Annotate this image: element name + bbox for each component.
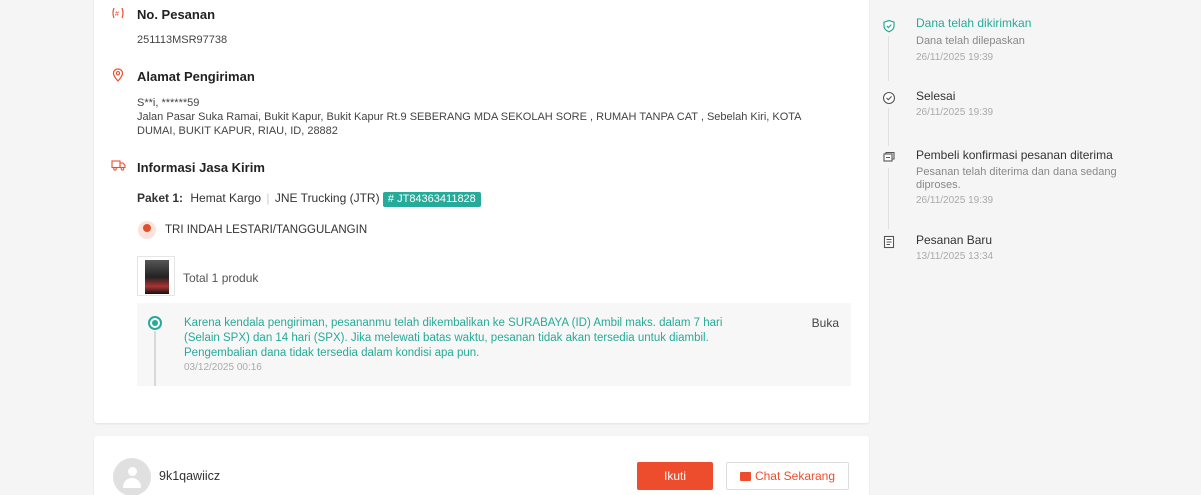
shield-icon bbox=[882, 19, 896, 33]
notice-message: Karena kendala pengiriman, pesananmu tel… bbox=[184, 317, 723, 359]
svg-text:#: # bbox=[115, 11, 119, 18]
return-notice: Karena kendala pengiriman, pesananmu tel… bbox=[137, 303, 851, 386]
timeline-title: Selesai bbox=[916, 89, 956, 103]
chat-icon bbox=[739, 472, 751, 481]
package-label: Paket 1: bbox=[137, 191, 184, 205]
shipping-title: Informasi Jasa Kirim bbox=[137, 160, 265, 175]
timeline-time: 13/11/2025 13:34 bbox=[916, 251, 994, 262]
order-number-value: 251113MSR97738 bbox=[137, 34, 228, 46]
order-number-title: No. Pesanan bbox=[137, 7, 216, 22]
timeline-connector bbox=[154, 331, 156, 386]
seller-name[interactable]: 9k1qawiicz bbox=[159, 469, 220, 483]
shipping-service: Hemat Kargo bbox=[190, 191, 262, 205]
timeline-subtitle: Dana telah dilepaskan bbox=[916, 35, 1025, 47]
timeline-time: 26/11/2025 19:39 bbox=[916, 195, 994, 206]
order-number-icon: # bbox=[110, 6, 126, 22]
timeline-title: Dana telah dikirimkan bbox=[916, 16, 1032, 30]
chat-label: Chat Sekarang bbox=[754, 469, 836, 483]
location-pin-icon bbox=[110, 68, 126, 84]
tracking-number-badge[interactable]: # JT84363411828 bbox=[382, 192, 481, 207]
address-title: Alamat Pengiriman bbox=[137, 69, 255, 84]
recipient-name: S**i, ******59 bbox=[137, 97, 200, 109]
box-confirm-icon bbox=[882, 150, 896, 164]
timeline-title: Pesanan Baru bbox=[916, 233, 993, 247]
address-line-2: DUMAI, BUKIT KAPUR, RIAU, ID, 28882 bbox=[137, 125, 338, 137]
courier-avatar bbox=[138, 221, 156, 239]
document-icon bbox=[882, 235, 896, 249]
check-circle-icon bbox=[882, 91, 896, 105]
timeline-line bbox=[888, 36, 889, 81]
address-line-1: Jalan Pasar Suka Ramai, Bukit Kapur, Buk… bbox=[137, 111, 802, 123]
total-products[interactable]: Total 1 produk bbox=[183, 271, 258, 285]
timeline-time: 26/11/2025 19:39 bbox=[916, 107, 994, 118]
truck-icon bbox=[110, 159, 126, 175]
product-thumbnail[interactable] bbox=[137, 256, 175, 296]
chat-now-button[interactable]: Chat Sekarang bbox=[726, 462, 849, 490]
follow-button[interactable]: Ikuti bbox=[637, 462, 713, 490]
timeline-title: Pembeli konfirmasi pesanan diterima bbox=[916, 148, 1113, 162]
courier-agent: TRI INDAH LESTARI/TANGGULANGIN bbox=[165, 224, 368, 236]
courier-name: JNE Trucking (JTR) bbox=[274, 191, 380, 205]
timeline-line bbox=[888, 168, 889, 229]
separator: | bbox=[266, 191, 270, 205]
timeline-subtitle: Pesanan telah diterima dan dana sedang d… bbox=[916, 166, 1117, 191]
status-dot bbox=[148, 316, 162, 330]
timeline-time: 26/11/2025 19:39 bbox=[916, 52, 994, 63]
timeline-line bbox=[888, 108, 889, 146]
open-button[interactable]: Buka bbox=[812, 316, 839, 330]
package-info: Paket 1: Hemat Kargo | JNE Trucking (JTR… bbox=[137, 191, 481, 207]
notice-time: 03/12/2025 00:16 bbox=[184, 362, 262, 373]
avatar[interactable] bbox=[113, 458, 151, 495]
